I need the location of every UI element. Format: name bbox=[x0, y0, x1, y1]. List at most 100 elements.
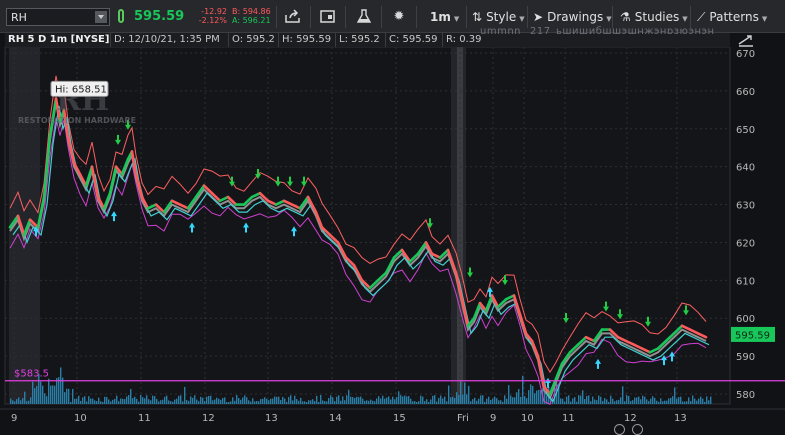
flask-icon[interactable] bbox=[355, 9, 373, 25]
volume-bar bbox=[260, 399, 262, 404]
volume-bar bbox=[468, 385, 470, 404]
volume-bar bbox=[80, 400, 82, 404]
cursor-icon: ➤ bbox=[533, 10, 544, 24]
x-tick-label: Fri bbox=[457, 413, 469, 424]
volume-bar bbox=[88, 396, 90, 404]
volume-bar bbox=[302, 401, 304, 404]
overflow-text: ummnn bbox=[480, 26, 521, 34]
volume-bar bbox=[154, 396, 156, 404]
chevron-down-icon: ▼ bbox=[682, 15, 688, 23]
volume-bar bbox=[20, 400, 22, 404]
volume-bar bbox=[634, 397, 636, 404]
volume-bar bbox=[516, 392, 518, 404]
volume-bar bbox=[526, 398, 528, 404]
flask-icon: ⚗ bbox=[620, 10, 631, 24]
volume-bar bbox=[700, 396, 702, 404]
drawings-button[interactable]: ➤ Drawings ▼ bbox=[533, 10, 612, 24]
volume-bar bbox=[564, 401, 566, 404]
volume-bar bbox=[82, 397, 84, 404]
style-button[interactable]: ⇅ Style ▼ bbox=[472, 10, 525, 24]
share-icon[interactable] bbox=[284, 9, 302, 25]
volume-bar bbox=[684, 401, 686, 404]
volume-bar bbox=[264, 397, 266, 404]
volume-bar bbox=[452, 396, 454, 404]
volume-bar bbox=[254, 401, 256, 404]
volume-bar bbox=[44, 393, 46, 404]
volume-bar bbox=[310, 400, 312, 404]
volume-bar bbox=[108, 399, 110, 404]
volume-bar bbox=[390, 399, 392, 404]
volume-bar bbox=[42, 385, 44, 404]
volume-bar bbox=[54, 385, 56, 404]
link-icon[interactable] bbox=[118, 9, 124, 23]
bar-close: C: 595.59 bbox=[385, 33, 438, 47]
volume-bar bbox=[262, 398, 264, 404]
volume-bar bbox=[602, 400, 604, 404]
volume-bar bbox=[466, 394, 468, 404]
timeframe-button[interactable]: 1m ▼ bbox=[430, 10, 459, 24]
volume-bar bbox=[164, 396, 166, 404]
volume-bar bbox=[474, 397, 476, 404]
volume-bar bbox=[366, 400, 368, 404]
volume-bar bbox=[294, 395, 296, 404]
y-tick-label: 670 bbox=[736, 49, 755, 60]
price-chart[interactable]: 670 660 650 640 630 620 610 600 590 580 9 10 11 12 13 1… bbox=[0, 47, 785, 432]
volume-bar bbox=[636, 397, 638, 404]
volume-bar bbox=[422, 396, 424, 404]
volume-bar bbox=[480, 395, 482, 404]
volume-bar bbox=[664, 400, 666, 404]
volume-bar bbox=[252, 398, 254, 404]
volume-bar bbox=[282, 396, 284, 404]
watermark-company: RESTORATION HARDWARE bbox=[18, 116, 136, 125]
volume-bar bbox=[332, 397, 334, 404]
volume-bar bbox=[148, 399, 150, 404]
volume-bar bbox=[464, 382, 466, 404]
volume-bar bbox=[444, 396, 446, 404]
y-tick-label: 630 bbox=[736, 201, 755, 212]
symbol-input[interactable]: RH bbox=[6, 8, 110, 26]
scroll-circle-icon[interactable] bbox=[632, 424, 643, 435]
volume-bar bbox=[78, 395, 80, 404]
volume-bar bbox=[168, 400, 170, 404]
volume-bar bbox=[594, 399, 596, 404]
volume-bar bbox=[370, 399, 372, 404]
volume-bar bbox=[368, 400, 370, 404]
symbol-dropdown-icon[interactable] bbox=[95, 11, 107, 23]
volume-bar bbox=[292, 400, 294, 404]
patterns-button[interactable]: ⟋ Patterns ▼ bbox=[697, 10, 767, 25]
volume-bar bbox=[450, 397, 452, 404]
volume-bar bbox=[660, 398, 662, 404]
ohlc-info-bar: RH 5 D 1m [NYSE] D: 12/10/21, 1:35 PM O:… bbox=[5, 33, 730, 47]
volume-bar bbox=[328, 398, 330, 404]
expand-icon[interactable] bbox=[736, 33, 756, 47]
volume-bar bbox=[162, 399, 164, 404]
volume-bar bbox=[216, 397, 218, 404]
overflow-text: 217 bbox=[530, 26, 551, 34]
volume-bar bbox=[92, 398, 94, 404]
volume-bar bbox=[172, 401, 174, 404]
studies-button[interactable]: ⚗ Studies ▼ bbox=[620, 10, 688, 24]
volume-bar bbox=[580, 395, 582, 404]
volume-bar bbox=[702, 398, 704, 404]
volume-bar bbox=[630, 400, 632, 404]
volume-bar bbox=[588, 395, 590, 404]
volume-bar bbox=[638, 396, 640, 404]
volume-bar bbox=[304, 401, 306, 404]
x-tick-label: 11 bbox=[562, 413, 575, 424]
calendar-icon[interactable] bbox=[319, 9, 337, 25]
chevron-down-icon: ▼ bbox=[606, 15, 612, 23]
volume-bar bbox=[514, 397, 516, 404]
volume-bar bbox=[518, 389, 520, 404]
volume-bar bbox=[400, 395, 402, 404]
volume-bar bbox=[502, 401, 504, 404]
volume-bar bbox=[244, 395, 246, 404]
volume-bar bbox=[640, 399, 642, 404]
volume-bar bbox=[710, 396, 712, 404]
volume-bar bbox=[176, 398, 178, 404]
gear-icon[interactable]: ✹ bbox=[390, 9, 408, 25]
y-tick-label: 580 bbox=[736, 390, 755, 401]
scroll-circle-icon[interactable] bbox=[614, 424, 625, 435]
volume-bar bbox=[668, 398, 670, 404]
volume-bar bbox=[50, 385, 52, 404]
volume-bar bbox=[386, 397, 388, 404]
